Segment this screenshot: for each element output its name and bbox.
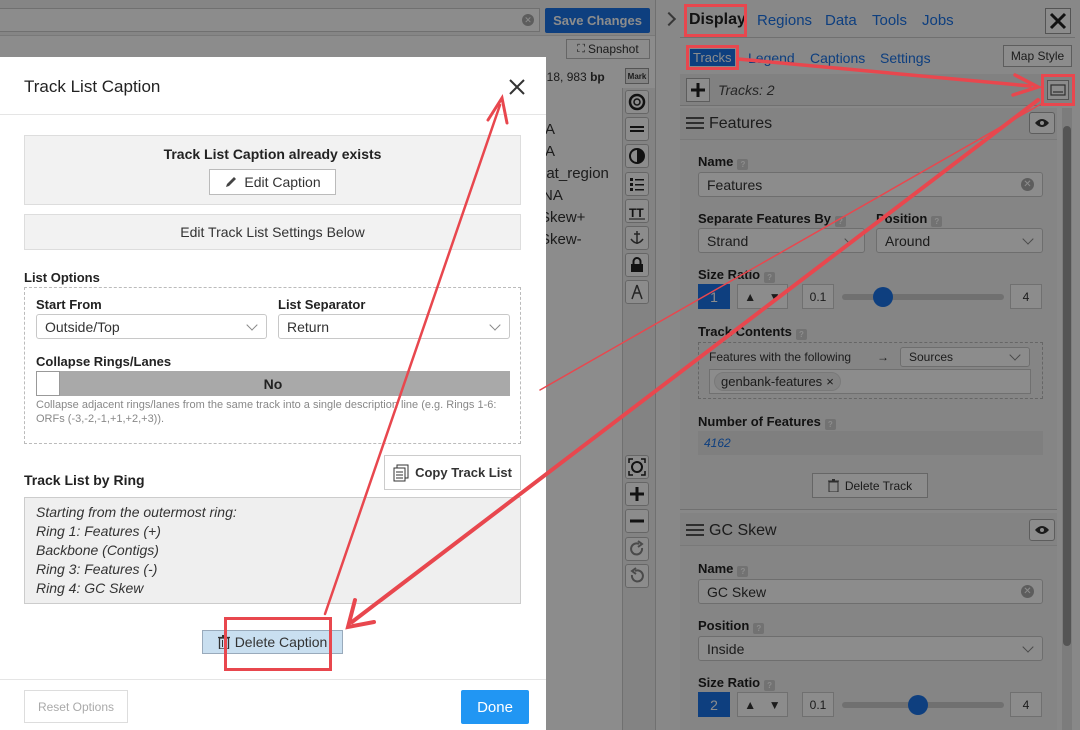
arrow-delete-to-close xyxy=(323,103,502,616)
annotation-arrows xyxy=(323,57,1043,630)
arrow-tracks-to-caption-button xyxy=(736,57,1032,88)
arrow-caption-button-to-dialog xyxy=(539,103,1042,391)
arrow-to-delete-caption xyxy=(350,98,1040,624)
